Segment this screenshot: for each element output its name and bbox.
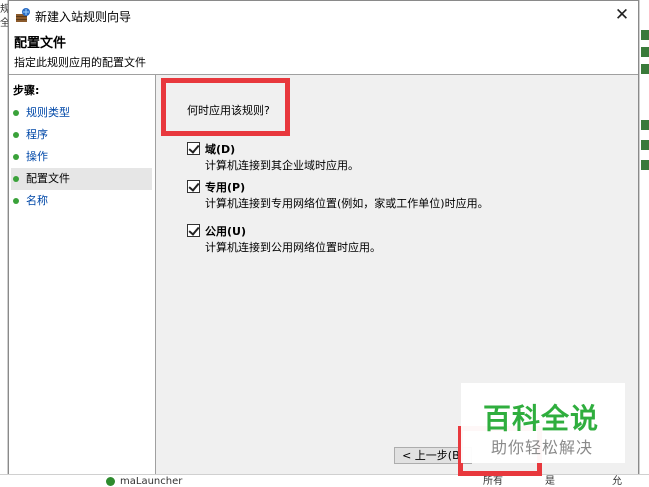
watermark: 百科全说 助你轻松解决 [461, 383, 625, 463]
background-check-icon [641, 120, 649, 130]
step-rule-type[interactable]: 规则类型 [9, 102, 154, 124]
background-check-icon [641, 64, 649, 74]
option-description: 计算机连接到专用网络位置(例如，家或工作单位)时应用。 [205, 197, 489, 210]
step-label: 配置文件 [26, 172, 70, 185]
firewall-icon [16, 8, 30, 22]
background-app-name: maLauncher [120, 476, 183, 487]
title-bar[interactable]: 新建入站规则向导 ✕ [9, 1, 638, 29]
background-check-icon [641, 30, 649, 40]
steps-panel: 步骤: 规则类型 程序 操作 配置文件 名称 [9, 75, 156, 474]
step-action[interactable]: 操作 [9, 146, 154, 168]
background-cell: 是 [545, 476, 555, 487]
background-check-icon [641, 160, 649, 170]
background-cell: 允 [612, 476, 622, 487]
background-check-icon [641, 47, 649, 57]
background-list-row: maLauncher 所有 是 允 [0, 474, 649, 487]
background-window-left: 规 全 [0, 0, 10, 487]
public-checkbox[interactable] [187, 224, 200, 237]
highlight-box-question [161, 78, 290, 136]
watermark-title: 百科全说 [483, 402, 600, 435]
step-profile[interactable]: 配置文件 [11, 168, 152, 190]
app-status-icon [106, 477, 115, 486]
step-dot-icon [13, 110, 19, 116]
step-dot-icon [13, 176, 19, 182]
step-dot-icon [13, 132, 19, 138]
page-title: 配置文件 [14, 36, 67, 51]
private-checkbox[interactable] [187, 180, 200, 193]
step-label: 名称 [26, 194, 48, 207]
step-label: 规则类型 [26, 106, 70, 119]
step-name[interactable]: 名称 [9, 190, 154, 212]
domain-checkbox[interactable] [187, 142, 200, 155]
option-description: 计算机连接到其企业域时应用。 [205, 159, 359, 172]
close-button[interactable]: ✕ [606, 1, 638, 29]
close-icon: ✕ [614, 5, 630, 25]
watermark-subtitle: 助你轻松解决 [491, 438, 594, 457]
option-description: 计算机连接到公用网络位置时应用。 [205, 241, 381, 254]
step-dot-icon [13, 154, 19, 160]
option-label: 公用(U) [205, 225, 246, 238]
wizard-header: 配置文件 指定此规则应用的配置文件 [9, 29, 638, 74]
step-label: 程序 [26, 128, 48, 141]
option-label: 专用(P) [205, 181, 246, 194]
step-dot-icon [13, 198, 19, 204]
option-label: 域(D) [205, 143, 236, 156]
window-title: 新建入站规则向导 [35, 10, 132, 24]
step-label: 操作 [26, 150, 48, 163]
steps-title: 步骤: [13, 84, 40, 97]
background-window-right [639, 0, 649, 487]
background-cell: 所有 [483, 476, 503, 487]
page-subtitle: 指定此规则应用的配置文件 [14, 56, 146, 69]
step-program[interactable]: 程序 [9, 124, 154, 146]
background-check-icon [641, 140, 649, 150]
